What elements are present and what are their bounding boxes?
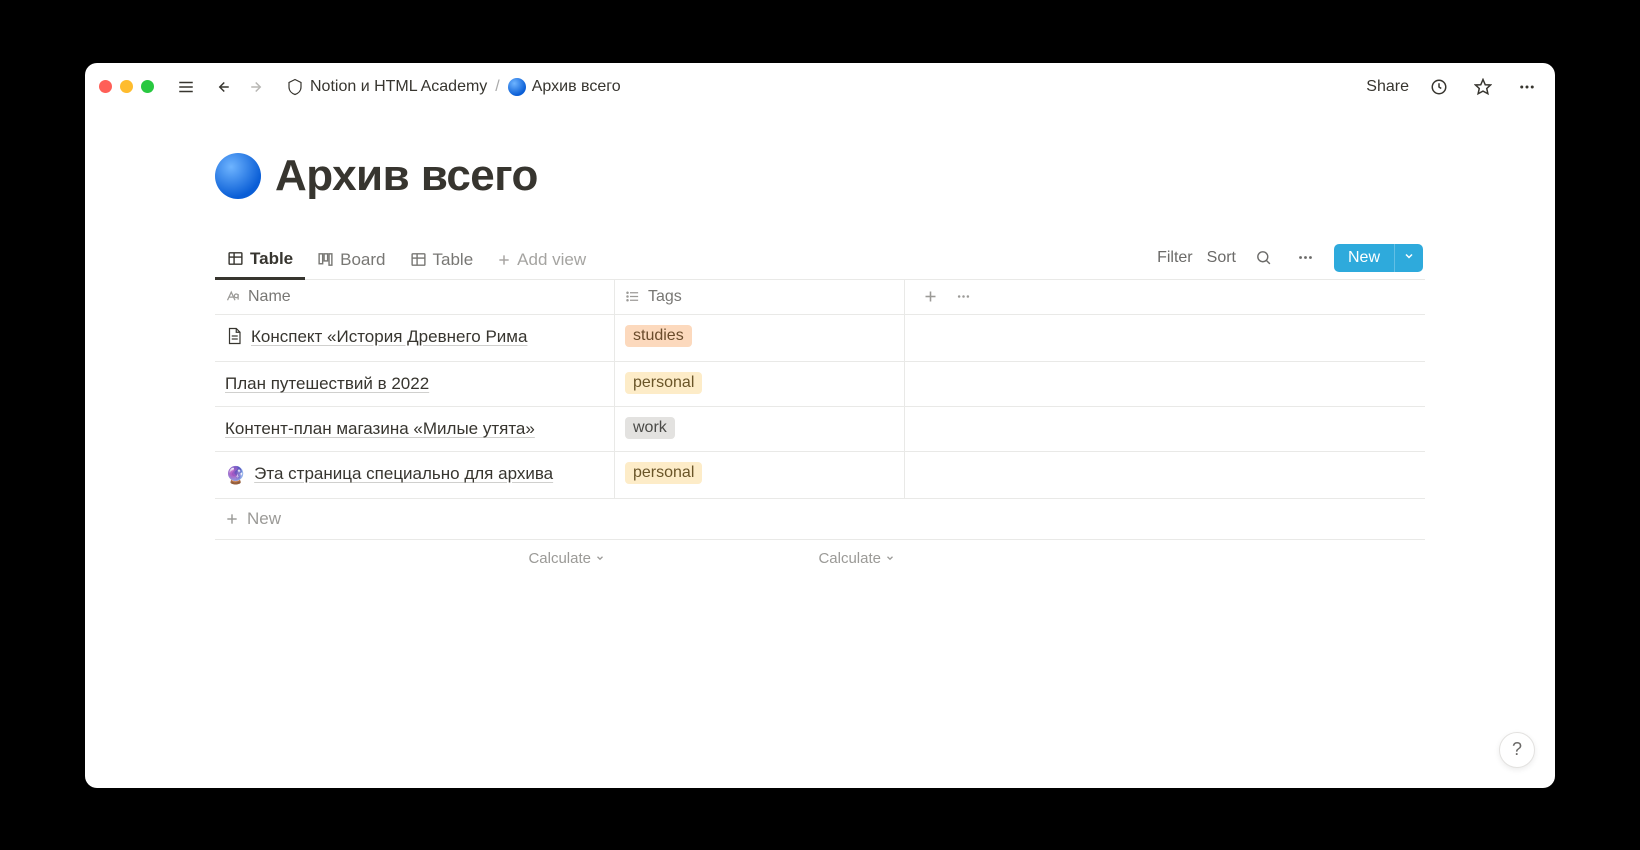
add-column-icon[interactable] [923, 289, 938, 304]
topbar-actions: Share [1366, 73, 1541, 101]
tag[interactable]: work [625, 417, 675, 439]
table-icon [227, 250, 244, 267]
favorite-icon[interactable] [1469, 73, 1497, 101]
views-bar: Table Board Table Add view Filter Sort [215, 241, 1425, 280]
view-tab-label: Board [340, 250, 385, 270]
column-header-tags[interactable]: Tags [615, 280, 905, 314]
chevron-down-icon [1403, 250, 1415, 262]
tag[interactable]: studies [625, 325, 692, 347]
new-row-label: New [247, 509, 281, 529]
tag[interactable]: personal [625, 372, 702, 394]
calculate-tags[interactable]: Calculate [615, 540, 905, 577]
column-header-name-label: Name [248, 288, 291, 306]
filter-button[interactable]: Filter [1157, 249, 1193, 267]
breadcrumb: Notion и HTML Academy / Архив всего [284, 76, 623, 98]
minimize-window[interactable] [120, 80, 133, 93]
table-row[interactable]: План путешествий в 2022 personal [215, 362, 1425, 407]
search-icon[interactable] [1250, 244, 1278, 272]
breadcrumb-separator: / [495, 78, 499, 96]
breadcrumb-current[interactable]: Архив всего [506, 76, 623, 98]
breadcrumb-root-label: Notion и HTML Academy [310, 78, 487, 96]
new-button-dropdown[interactable] [1394, 244, 1423, 272]
add-view-button[interactable]: Add view [485, 242, 598, 278]
menu-icon[interactable] [172, 73, 200, 101]
plus-icon [497, 253, 511, 267]
chevron-down-icon [885, 553, 895, 563]
table-row[interactable]: 🔮 Эта страница специально для архива per… [215, 452, 1425, 499]
breadcrumb-root[interactable]: Notion и HTML Academy [284, 76, 489, 98]
view-tab-label: Table [250, 249, 293, 269]
topbar: Notion и HTML Academy / Архив всего Shar… [85, 63, 1555, 111]
view-tab-label: Table [433, 250, 474, 270]
new-row-button[interactable]: New [215, 499, 1425, 540]
calculate-row: Calculate Calculate [215, 540, 1425, 577]
updates-icon[interactable] [1425, 73, 1453, 101]
add-view-label: Add view [517, 250, 586, 270]
view-tab-table-1[interactable]: Table [215, 241, 305, 280]
page-title: Архив всего [215, 151, 1425, 201]
sort-button[interactable]: Sort [1207, 249, 1236, 267]
column-header-name[interactable]: Name [215, 280, 615, 314]
plus-icon [225, 512, 239, 526]
page-emoji-icon [508, 78, 526, 96]
row-name: Контент-план магазина «Милые утята» [225, 417, 535, 441]
page-title-text[interactable]: Архив всего [275, 151, 538, 201]
calculate-name[interactable]: Calculate [215, 540, 615, 577]
row-name: План путешествий в 2022 [225, 372, 429, 396]
share-button[interactable]: Share [1366, 78, 1409, 96]
back-icon[interactable] [208, 73, 236, 101]
more-icon[interactable] [1513, 73, 1541, 101]
window-controls [99, 80, 154, 93]
table-row[interactable]: Конспект «История Древнего Рима studies [215, 315, 1425, 363]
maximize-window[interactable] [141, 80, 154, 93]
close-window[interactable] [99, 80, 112, 93]
view-options-icon[interactable] [1292, 244, 1320, 272]
row-name: Эта страница специально для архива [254, 462, 553, 486]
page-icon [225, 327, 243, 352]
table-header: Name Tags [215, 280, 1425, 315]
column-options-icon[interactable] [956, 289, 971, 304]
board-icon [317, 251, 334, 268]
forward-icon[interactable] [244, 73, 272, 101]
chevron-down-icon [595, 553, 605, 563]
help-label: ? [1512, 739, 1522, 760]
multiselect-prop-icon [625, 289, 640, 304]
view-tab-table-2[interactable]: Table [398, 242, 486, 278]
help-button[interactable]: ? [1499, 732, 1535, 768]
breadcrumb-current-label: Архив всего [532, 78, 621, 96]
title-prop-icon [225, 289, 240, 304]
column-header-tags-label: Tags [648, 288, 682, 306]
table-icon [410, 251, 427, 268]
table-row[interactable]: Контент-план магазина «Милые утята» work [215, 407, 1425, 452]
shield-icon [286, 78, 304, 96]
tag[interactable]: personal [625, 462, 702, 484]
view-tab-board[interactable]: Board [305, 242, 397, 278]
new-button-label: New [1334, 244, 1394, 272]
database-table: Name Tags Конспект «История Древнего Рим… [215, 280, 1425, 577]
new-button[interactable]: New [1334, 244, 1423, 272]
row-name: Конспект «История Древнего Рима [251, 325, 527, 349]
crystal-ball-icon: 🔮 [225, 464, 246, 488]
page-icon[interactable] [215, 153, 261, 199]
